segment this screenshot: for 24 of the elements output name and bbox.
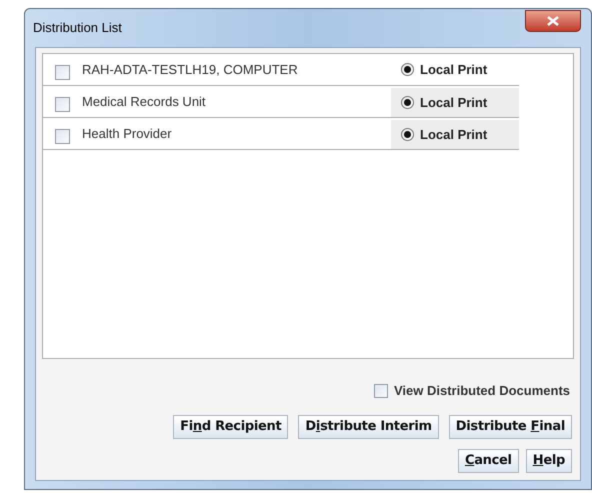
print-option-cell[interactable]: Local Print <box>391 120 519 149</box>
checkbox-label: View Distributed Documents <box>394 382 570 400</box>
close-button[interactable] <box>525 10 581 32</box>
action-button[interactable]: Find Recipient <box>173 414 288 438</box>
radio-button[interactable] <box>401 63 414 76</box>
recipient-name: Medical Records Unit <box>82 94 206 109</box>
action-button[interactable]: Distribute Final <box>448 414 572 438</box>
close-icon <box>547 16 559 26</box>
checkbox[interactable] <box>55 129 70 144</box>
radio-button[interactable] <box>401 128 414 141</box>
window-title: Distribution List <box>33 19 122 38</box>
recipient-name: Health Provider <box>82 126 172 141</box>
action-button[interactable]: Help <box>526 448 572 472</box>
print-option-cell[interactable]: Local Print <box>391 88 519 117</box>
checkbox[interactable] <box>55 65 70 80</box>
action-button[interactable]: Cancel <box>458 448 519 472</box>
radio-button[interactable] <box>401 96 414 109</box>
radio-label: Local Print <box>420 126 488 144</box>
radio-label: Local Print <box>420 60 488 79</box>
checkbox[interactable] <box>374 384 388 398</box>
action-button[interactable]: Distribute Interim <box>298 414 439 438</box>
checkbox[interactable] <box>55 97 70 112</box>
recipient-name: RAH-ADTA-TESTLH19, COMPUTER <box>82 62 298 77</box>
radio-label: Local Print <box>420 94 488 112</box>
